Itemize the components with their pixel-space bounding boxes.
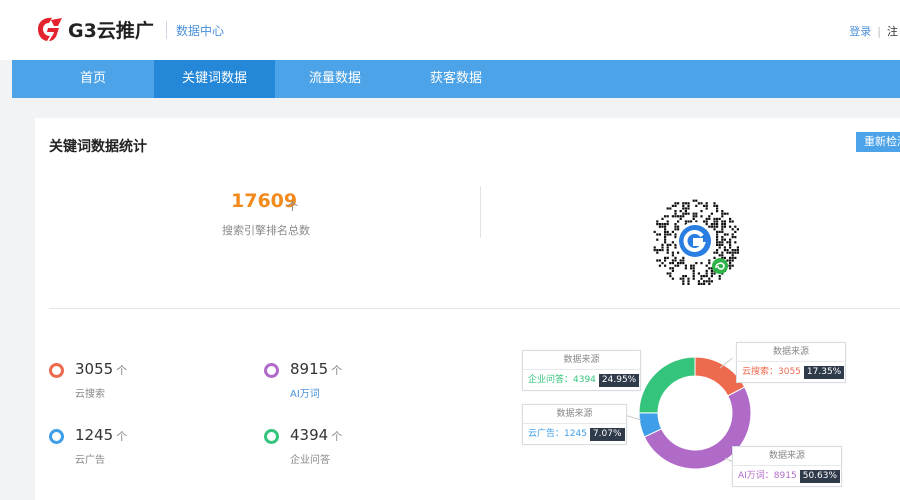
stat-value: 4394 个 <box>290 426 343 444</box>
stat-label: 企业问答 <box>290 455 330 466</box>
tab-keyword-data[interactable]: 关键词数据 <box>154 60 275 98</box>
total-unit: 个 <box>287 200 298 213</box>
callout-ai-words: 数据来源 AI万词：8915 50.63% <box>732 446 842 487</box>
mini-program-qr-icon <box>653 199 739 285</box>
stat-label-link[interactable]: AI万词 <box>290 385 320 400</box>
enterprise-qa-ring-icon <box>264 429 279 444</box>
login-link[interactable]: 登录 <box>849 23 871 39</box>
cloud-search-ring-icon <box>49 363 64 378</box>
stat-value: 3055 个 <box>75 360 128 378</box>
callout-title: 数据来源 <box>737 343 845 362</box>
logo-text: G3云推广 <box>68 19 154 42</box>
stat-label: 云广告 <box>75 455 105 466</box>
auth-separator: | <box>877 24 881 38</box>
header-divider <box>166 21 167 39</box>
callout-cloud-search: 数据来源 云搜索：3055 17.35% <box>736 342 846 383</box>
card-title: 关键词数据统计 <box>49 139 147 155</box>
tab-acquisition-data[interactable]: 获客数据 <box>395 60 517 98</box>
callout-title: 数据来源 <box>733 447 841 466</box>
stat-label: 云搜索 <box>75 389 105 400</box>
vertical-divider <box>480 186 481 238</box>
auth-links: 登录 | 注 <box>849 23 898 39</box>
callout-title: 数据来源 <box>523 351 640 370</box>
stat-value: 1245 个 <box>75 426 128 444</box>
cloud-ads-ring-icon <box>49 429 64 444</box>
callout-cloud-ads: 数据来源 云广告：1245 7.07% <box>522 404 627 445</box>
callout-body: 云搜索：3055 17.35% <box>737 362 845 382</box>
callout-body: 企业问答：4394 24.95% <box>523 370 640 390</box>
tab-traffic-data[interactable]: 流量数据 <box>275 60 395 98</box>
stat-value: 8915 个 <box>290 360 343 378</box>
g3-logo[interactable]: G3云推广 <box>32 14 154 44</box>
section-divider <box>49 308 900 309</box>
tab-home[interactable]: 首页 <box>32 60 154 98</box>
refresh-button[interactable]: 重新检测 <box>856 132 900 152</box>
page-subtitle: 数据中心 <box>176 24 225 38</box>
main-nav: 首页 关键词数据 流量数据 获客数据 <box>12 60 900 98</box>
register-link[interactable]: 注 <box>887 23 898 39</box>
top-header: G3云推广 数据中心 登录 | 注 <box>0 0 900 60</box>
ai-words-ring-icon <box>264 363 279 378</box>
callout-body: AI万词：8915 50.63% <box>733 466 841 486</box>
callout-body: 云广告：1245 7.07% <box>523 424 626 444</box>
total-label: 搜索引擎排名总数 <box>222 224 310 237</box>
g3-logo-mark-icon <box>38 17 62 41</box>
callout-title: 数据来源 <box>523 405 626 424</box>
keyword-stats-card: 关键词数据统计 重新检测 17609 个 搜索引擎排名总数 3055个 云搜索 … <box>35 118 900 500</box>
callout-enterprise-qa: 数据来源 企业问答：4394 24.95% <box>522 350 641 391</box>
